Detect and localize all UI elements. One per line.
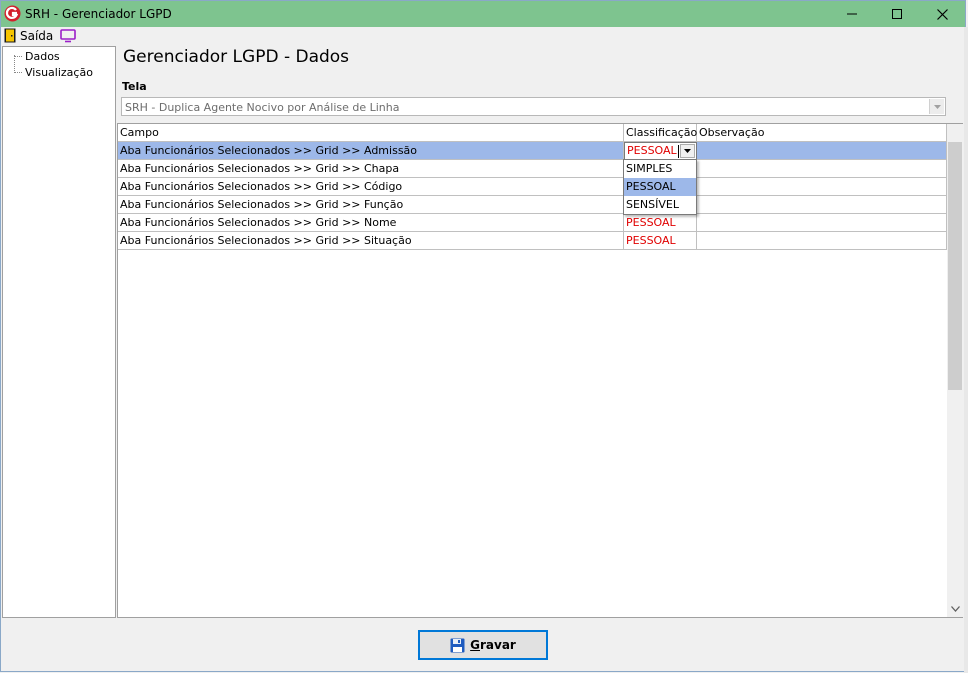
chevron-down-icon <box>950 606 960 612</box>
chevron-down-icon <box>684 149 691 153</box>
save-button-label: Gravar <box>470 638 516 652</box>
tree-connector <box>14 55 15 73</box>
cell-campo[interactable]: Aba Funcionários Selecionados >> Grid >>… <box>118 178 624 195</box>
menu-exit[interactable]: Saída <box>20 29 53 43</box>
cell-observacao[interactable] <box>697 160 947 177</box>
tree-connector <box>14 56 22 57</box>
dropdown-option-pessoal[interactable]: PESSOAL <box>624 178 696 196</box>
tela-select-value: SRH - Duplica Agente Nocivo por Análise … <box>125 101 400 114</box>
maximize-icon <box>892 9 902 19</box>
app-window: SRH - Gerenciador LGPD Saída Dados Visua… <box>0 0 968 673</box>
vertical-scrollbar[interactable] <box>947 124 963 617</box>
cell-classificacao[interactable]: PESSOAL <box>624 214 697 231</box>
menu-bar: Saída <box>1 27 965 45</box>
dropdown-option-sensivel[interactable]: SENSÍVEL <box>624 196 696 214</box>
column-header-observacao[interactable]: Observação <box>697 124 947 142</box>
navigation-tree: Dados Visualização <box>2 46 116 618</box>
fields-grid: Campo Classificação Observação Aba Funci… <box>117 123 963 618</box>
cell-campo[interactable]: Aba Funcionários Selecionados >> Grid >>… <box>118 232 624 249</box>
table-row[interactable]: Aba Funcionários Selecionados >> Grid >>… <box>118 196 947 214</box>
tela-select[interactable]: SRH - Duplica Agente Nocivo por Análise … <box>121 97 946 116</box>
classification-editor-value: PESSOAL <box>627 144 677 157</box>
maximize-button[interactable] <box>874 1 920 27</box>
window-title: SRH - Gerenciador LGPD <box>25 7 172 21</box>
cell-observacao[interactable] <box>697 196 947 213</box>
app-logo-icon <box>4 5 21 22</box>
cell-campo[interactable]: Aba Funcionários Selecionados >> Grid >>… <box>118 142 624 159</box>
classification-editor[interactable]: PESSOAL <box>624 142 697 160</box>
close-button[interactable] <box>919 1 965 27</box>
tree-connector <box>14 72 22 73</box>
table-row[interactable]: Aba Funcionários Selecionados >> Grid >>… <box>118 178 947 196</box>
chevron-down-icon <box>933 104 941 109</box>
window-edge <box>964 27 968 673</box>
floppy-disk-icon <box>450 638 465 652</box>
close-icon <box>936 8 948 20</box>
tree-item-dados[interactable]: Dados <box>25 50 60 63</box>
classification-dropdown-button[interactable] <box>680 144 695 158</box>
save-button[interactable]: Gravar <box>418 630 548 660</box>
scroll-down-button[interactable] <box>947 601 963 617</box>
minimize-button[interactable] <box>829 1 875 27</box>
cell-campo[interactable]: Aba Funcionários Selecionados >> Grid >>… <box>118 214 624 231</box>
table-row[interactable]: Aba Funcionários Selecionados >> Grid >>… <box>118 232 947 250</box>
tree-item-visualizacao[interactable]: Visualização <box>25 66 93 79</box>
cell-campo[interactable]: Aba Funcionários Selecionados >> Grid >>… <box>118 196 624 213</box>
table-row[interactable]: Aba Funcionários Selecionados >> Grid >>… <box>118 160 947 178</box>
tela-label: Tela <box>122 80 147 93</box>
table-row[interactable]: Aba Funcionários Selecionados >> Grid >>… <box>118 142 947 160</box>
exit-door-icon[interactable] <box>4 28 16 43</box>
column-header-classificacao[interactable]: Classificação <box>624 124 697 142</box>
cell-observacao[interactable] <box>697 142 947 159</box>
grid-header: Campo Classificação Observação <box>118 124 947 142</box>
screen-icon[interactable] <box>60 29 76 43</box>
text-caret <box>678 145 679 158</box>
dropdown-option-simples[interactable]: SIMPLES <box>624 160 696 178</box>
scrollbar-thumb[interactable] <box>948 142 962 390</box>
minimize-icon <box>847 13 857 15</box>
cell-observacao[interactable] <box>697 214 947 231</box>
cell-observacao[interactable] <box>697 232 947 249</box>
cell-classificacao[interactable]: PESSOAL <box>624 232 697 249</box>
column-header-campo[interactable]: Campo <box>118 124 624 142</box>
tela-select-button[interactable] <box>929 99 944 114</box>
page-title: Gerenciador LGPD - Dados <box>123 47 350 67</box>
title-bar: SRH - Gerenciador LGPD <box>1 1 965 27</box>
table-row[interactable]: Aba Funcionários Selecionados >> Grid >>… <box>118 214 947 232</box>
cell-campo[interactable]: Aba Funcionários Selecionados >> Grid >>… <box>118 160 624 177</box>
classification-dropdown-list: SIMPLES PESSOAL SENSÍVEL <box>623 159 697 215</box>
cell-observacao[interactable] <box>697 178 947 195</box>
